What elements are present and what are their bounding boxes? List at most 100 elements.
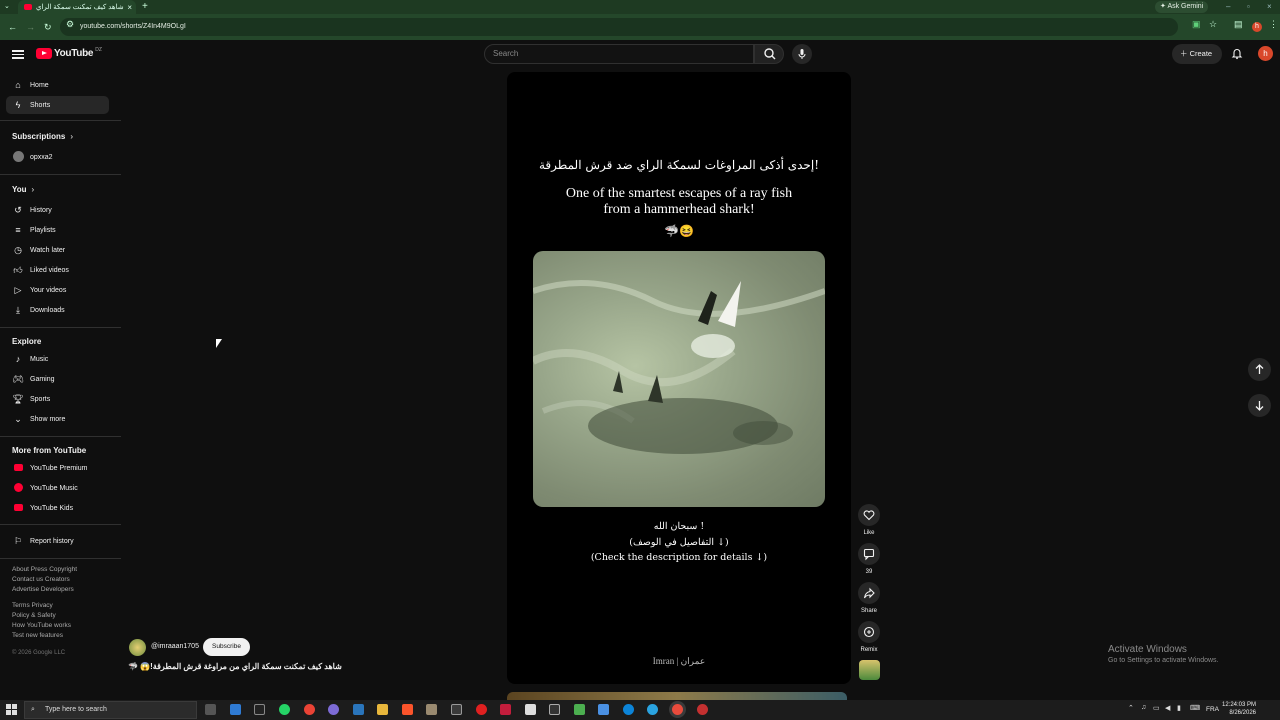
app-icon[interactable] <box>549 704 560 715</box>
search-button[interactable] <box>754 44 784 64</box>
tab-search-icon[interactable]: ⌄ <box>4 0 10 14</box>
browser-menu-icon[interactable]: ⋮ <box>1269 19 1278 30</box>
minimize-icon[interactable]: – <box>1226 0 1230 14</box>
footer-links[interactable]: Policy & Safety <box>12 612 56 619</box>
keyboard-icon[interactable]: ⌨ <box>1190 704 1200 712</box>
subscriptions-heading[interactable]: Subscriptions › <box>12 132 73 141</box>
app-icon[interactable] <box>525 704 536 715</box>
like-button[interactable] <box>858 504 880 526</box>
brave-icon[interactable] <box>402 704 413 715</box>
thumbs-up-icon: 👍︎ <box>13 264 23 275</box>
sidebar-item-liked-videos[interactable]: 👍︎ Liked videos <box>6 261 109 279</box>
chrome-icon[interactable] <box>304 704 315 715</box>
browser-tab[interactable]: شاهد كيف تمكنت سمكة الراي × <box>18 0 136 14</box>
voice-search-button[interactable] <box>792 44 812 64</box>
footer-links[interactable]: Advertise Developers <box>12 586 74 593</box>
youtube-logo[interactable]: YouTube DZ <box>36 47 102 59</box>
sidebar-item-watch-later[interactable]: ◷ Watch later <box>6 241 109 259</box>
sidebar-item-playlists[interactable]: ≡ Playlists <box>6 221 109 239</box>
edge-icon[interactable] <box>623 704 634 715</box>
cast-icon[interactable]: ▣ <box>1192 19 1201 30</box>
opera-icon[interactable] <box>476 704 487 715</box>
bookmark-star-icon[interactable]: ☆ <box>1209 19 1217 30</box>
telegram-icon[interactable] <box>647 704 658 715</box>
footer-links[interactable]: Test new features <box>12 632 63 639</box>
shark-and-ray-illustration <box>533 280 825 454</box>
headset-icon[interactable]: ♫ <box>1141 704 1146 711</box>
reload-icon[interactable]: ↻ <box>44 18 52 36</box>
account-avatar[interactable]: h <box>1258 46 1273 61</box>
app-icon[interactable] <box>697 704 708 715</box>
extensions-icon[interactable]: ▤ <box>1234 19 1243 30</box>
app-icon[interactable] <box>328 704 339 715</box>
shorts-video-player[interactable]: إحدى أذكى المراوغات لسمكة الراي ضد قرش ا… <box>507 72 851 684</box>
close-tab-icon[interactable]: × <box>127 3 132 12</box>
footer-links[interactable]: How YouTube works <box>12 622 71 629</box>
subscribe-button[interactable]: Subscribe <box>203 638 250 656</box>
sidebar-item-show-more[interactable]: ⌄ Show more <box>6 410 109 428</box>
new-tab-icon[interactable]: + <box>142 0 148 14</box>
previous-short-button[interactable] <box>1248 358 1271 381</box>
app-icon[interactable] <box>500 704 511 715</box>
app-icon[interactable] <box>254 704 265 715</box>
taskbar-search-input[interactable]: ⌕ Type here to search <box>24 701 197 719</box>
back-icon[interactable]: ← <box>8 18 17 36</box>
battery-icon[interactable]: ▮ <box>1177 704 1181 712</box>
comments-button[interactable] <box>858 543 880 565</box>
footer-links[interactable]: Contact us Creators <box>12 576 70 583</box>
flag-icon: ⚐ <box>13 535 23 546</box>
you-heading[interactable]: You › <box>12 185 34 194</box>
channel-avatar[interactable] <box>129 639 146 656</box>
task-view-icon[interactable] <box>205 704 216 715</box>
notifications-bell-icon[interactable] <box>1230 46 1244 60</box>
share-button[interactable] <box>858 582 880 604</box>
maximize-icon[interactable]: ▫ <box>1247 0 1250 14</box>
forward-icon[interactable]: → <box>26 18 35 36</box>
app-icon[interactable] <box>451 704 462 715</box>
divider <box>0 436 121 437</box>
sidebar-item-youtube-music[interactable]: YouTube Music <box>6 479 109 497</box>
create-button[interactable]: ＋ Create <box>1172 44 1222 64</box>
sidebar-item-youtube-kids[interactable]: YouTube Kids <box>6 499 109 517</box>
sidebar-item-report-history[interactable]: ⚐ Report history <box>6 532 109 550</box>
system-clock[interactable]: 12:24:03 PM 8/26/2026 <box>1222 702 1256 717</box>
footer-links[interactable]: Terms Privacy <box>12 602 53 609</box>
site-info-icon[interactable]: ⚙ <box>66 19 74 30</box>
whatsapp-icon[interactable] <box>279 704 290 715</box>
app-icon[interactable] <box>574 704 585 715</box>
sidebar-item-history[interactable]: ↺ History <box>6 201 109 219</box>
sidebar-item-downloads[interactable]: ⤓ Downloads <box>6 301 109 319</box>
sidebar-item-subscription[interactable]: opxxa2 <box>6 148 109 166</box>
input-language[interactable]: FRA <box>1206 706 1219 713</box>
sidebar-item-sports[interactable]: 🏆︎ Sports <box>6 390 109 408</box>
search-input[interactable]: Search <box>484 44 754 64</box>
app-icon[interactable] <box>230 704 241 715</box>
sidebar-item-shorts[interactable]: ϟ Shorts <box>6 96 109 114</box>
remix-button[interactable] <box>858 621 880 643</box>
network-icon[interactable]: ▭ <box>1153 704 1160 712</box>
guide-menu-icon[interactable] <box>12 48 24 60</box>
sidebar-item-youtube-premium[interactable]: YouTube Premium <box>6 459 109 477</box>
sound-thumbnail[interactable] <box>859 660 880 680</box>
sidebar-item-gaming[interactable]: 🎮︎ Gaming <box>6 370 109 388</box>
next-short-button[interactable] <box>1248 394 1271 417</box>
sidebar-item-your-videos[interactable]: ▷ Your videos <box>6 281 109 299</box>
volume-icon[interactable]: ◀︎ <box>1165 704 1170 712</box>
ask-gemini-button[interactable]: ✦ Ask Gemini <box>1155 1 1209 13</box>
footer-links[interactable]: About Press Copyright <box>12 566 77 573</box>
tray-chevron-icon[interactable]: ⌃ <box>1128 704 1134 712</box>
sidebar-item-home[interactable]: ⌂ Home <box>6 76 109 94</box>
app-icon[interactable] <box>598 704 609 715</box>
app-icon[interactable] <box>426 704 437 715</box>
sidebar-item-music[interactable]: ♪ Music <box>6 350 109 368</box>
close-window-icon[interactable]: × <box>1267 0 1272 14</box>
steam-icon[interactable] <box>353 704 364 715</box>
browser-profile-avatar[interactable]: h <box>1252 22 1262 32</box>
windows-start-icon[interactable] <box>6 704 17 715</box>
address-bar[interactable]: youtube.com/shorts/Z4In4M9OLgI <box>60 18 1178 36</box>
short-title[interactable]: شاهد كيف تمكنت سمكة الراي من مراوغة قرش … <box>128 662 342 671</box>
chrome-active-icon[interactable] <box>672 704 683 715</box>
next-short-preview[interactable] <box>507 692 847 700</box>
channel-name[interactable]: @imraaan1705 <box>151 643 199 650</box>
file-explorer-icon[interactable] <box>377 704 388 715</box>
